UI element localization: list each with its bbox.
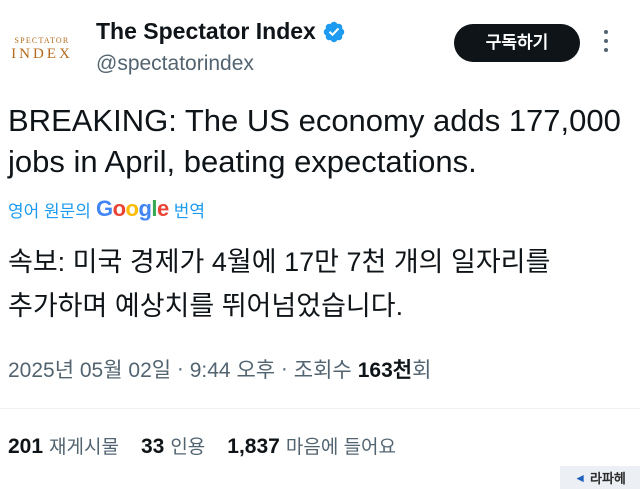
logo-line1: SPECTATOR: [14, 36, 70, 45]
watermark: ◄ 라파헤: [560, 466, 640, 489]
tweet-text-line2: jobs in April, beating expectations.: [8, 144, 477, 179]
logo-line2: INDEX: [11, 46, 73, 62]
engagement-stats: 201 재게시물 33 인용 1,837 마음에 들어요: [8, 432, 418, 459]
meta-separator: ·: [171, 357, 190, 380]
views-suffix: 회: [412, 359, 432, 382]
tweet-time[interactable]: 9:44 오후: [190, 354, 275, 384]
translated-line1: 속보: 미국 경제가 4월에 17만 7천 개의 일자리를: [8, 247, 551, 277]
tweet-header: SPECTATOR INDEX The Spectator Index @spe…: [0, 0, 640, 90]
tweet-text: BREAKING: The US economy adds 177,000 jo…: [8, 100, 628, 182]
tweet-text-line1: BREAKING: The US economy adds 177,000: [8, 103, 621, 138]
watermark-text: 라파헤: [590, 471, 626, 486]
translate-suffix: 번역: [173, 201, 206, 221]
quotes-count: 33: [140, 435, 165, 458]
views-label: 조회수: [293, 359, 352, 382]
watermark-logo-icon: ◄: [574, 470, 586, 485]
verified-badge-icon: [323, 21, 345, 42]
reposts-count: 201: [8, 435, 44, 458]
spectator-index-logo[interactable]: SPECTATOR INDEX: [8, 36, 76, 66]
translated-text: 속보: 미국 경제가 4월에 17만 7천 개의 일자리를 추가하며 예상치를 …: [8, 240, 628, 328]
more-dots-icon[interactable]: [600, 30, 612, 58]
likes-stat[interactable]: 1,837 마음에 들어요: [227, 432, 396, 459]
meta-separator: ·: [275, 357, 294, 380]
views-count: 163천: [357, 359, 413, 382]
display-name[interactable]: The Spectator Index: [96, 18, 346, 45]
likes-count: 1,837: [227, 435, 280, 458]
translation-attribution[interactable]: 영어 원문의 Google 번역: [8, 196, 205, 222]
quotes-stat[interactable]: 33 인용: [141, 432, 205, 459]
tweet-meta: 2025년 05월 02일 · 9:44 오후 · 조회수 163천 회: [8, 354, 431, 384]
reposts-label: 재게시물: [49, 437, 119, 458]
likes-label: 마음에 들어요: [285, 437, 397, 458]
display-name-text: The Spectator Index: [96, 18, 316, 44]
divider: [0, 408, 640, 409]
tweet-date[interactable]: 2025년 05월 02일: [8, 354, 171, 384]
reposts-stat[interactable]: 201 재게시물: [8, 432, 119, 459]
translate-prefix: 영어 원문의: [8, 201, 91, 221]
quotes-label: 인용: [170, 437, 206, 458]
google-logo-icon: Google: [95, 196, 169, 221]
translated-line2: 추가하며 예상치를 뛰어넘었습니다.: [8, 291, 404, 321]
account-handle[interactable]: @spectatorindex: [96, 52, 254, 76]
subscribe-button[interactable]: 구독하기: [454, 24, 580, 62]
